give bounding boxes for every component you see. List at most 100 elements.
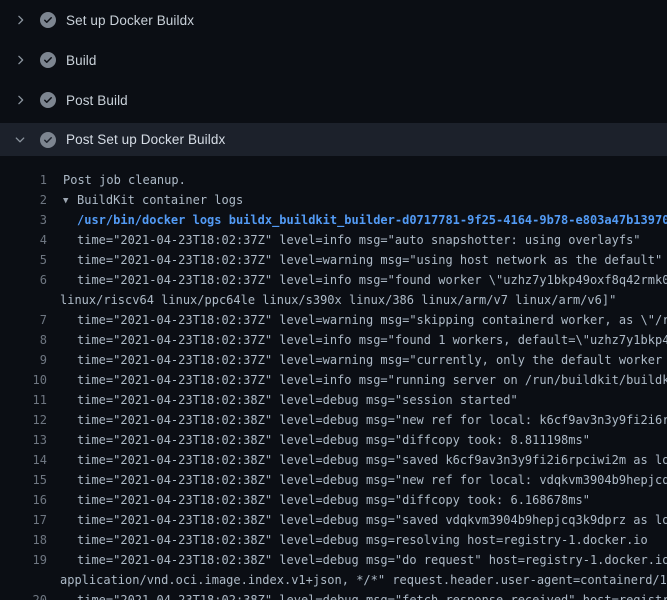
line-number[interactable]: 13 [0, 430, 47, 450]
log-line: 18 time="2021-04-23T18:02:38Z" level=deb… [0, 530, 667, 550]
line-number[interactable]: 4 [0, 230, 47, 250]
chevron-right-icon [12, 92, 28, 108]
status-success-icon [40, 52, 56, 68]
log-text: time="2021-04-23T18:02:37Z" level=warnin… [77, 250, 662, 270]
log-text: time="2021-04-23T18:02:38Z" level=debug … [77, 430, 590, 450]
log-text-content: time="2021-04-23T18:02:37Z" level=info m… [77, 333, 667, 347]
line-number[interactable]: 12 [0, 410, 47, 430]
log-line: 11 time="2021-04-23T18:02:38Z" level=deb… [0, 390, 667, 410]
line-number[interactable]: 16 [0, 490, 47, 510]
log-text: Post job cleanup. [63, 170, 186, 190]
step-label: Build [66, 53, 97, 68]
log-text-content: time="2021-04-23T18:02:37Z" level=info m… [77, 233, 641, 247]
line-number[interactable] [0, 290, 47, 310]
actions-log-viewer: Set up Docker Buildx Build Post Build [0, 0, 667, 600]
log-line: 12 time="2021-04-23T18:02:38Z" level=deb… [0, 410, 667, 430]
line-number[interactable]: 8 [0, 330, 47, 350]
line-number[interactable]: 17 [0, 510, 47, 530]
line-number[interactable]: 15 [0, 470, 47, 490]
log-text-content: time="2021-04-23T18:02:37Z" level=info m… [77, 373, 667, 387]
line-number[interactable]: 3 [0, 210, 47, 230]
log-text-content: application/vnd.oci.image.index.v1+json,… [60, 573, 667, 587]
log-text-content: time="2021-04-23T18:02:38Z" level=debug … [77, 393, 518, 407]
log-text: time="2021-04-23T18:02:38Z" level=debug … [77, 530, 648, 550]
log-text[interactable]: ▼BuildKit container logs [63, 190, 243, 210]
log-text: time="2021-04-23T18:02:38Z" level=debug … [77, 490, 590, 510]
log-line: 8 time="2021-04-23T18:02:37Z" level=info… [0, 330, 667, 350]
step-build[interactable]: Build [0, 40, 667, 80]
log-text: time="2021-04-23T18:02:38Z" level=debug … [77, 590, 667, 600]
log-line: 7 time="2021-04-23T18:02:37Z" level=warn… [0, 310, 667, 330]
step-post-build[interactable]: Post Build [0, 80, 667, 120]
chevron-right-icon [12, 52, 28, 68]
log-text-content: time="2021-04-23T18:02:38Z" level=debug … [77, 453, 667, 467]
log-text: time="2021-04-23T18:02:37Z" level=info m… [77, 270, 667, 290]
line-number[interactable]: 20 [0, 590, 47, 600]
log-text-content: time="2021-04-23T18:02:37Z" level=info m… [77, 273, 667, 287]
step-label: Post Set up Docker Buildx [66, 132, 225, 147]
steps-list: Set up Docker Buildx Build Post Build [0, 0, 667, 156]
step-set-up-docker-buildx[interactable]: Set up Docker Buildx [0, 0, 667, 40]
step-label: Set up Docker Buildx [66, 13, 194, 28]
log-line: 14 time="2021-04-23T18:02:38Z" level=deb… [0, 450, 667, 470]
log-line: 17 time="2021-04-23T18:02:38Z" level=deb… [0, 510, 667, 530]
line-number[interactable]: 14 [0, 450, 47, 470]
log-text-content: time="2021-04-23T18:02:38Z" level=debug … [77, 433, 590, 447]
log-text-content: BuildKit container logs [77, 193, 243, 207]
line-number[interactable] [0, 570, 47, 590]
log-line: 16 time="2021-04-23T18:02:38Z" level=deb… [0, 490, 667, 510]
line-number[interactable]: 7 [0, 310, 47, 330]
log-text-content: time="2021-04-23T18:02:37Z" level=warnin… [77, 253, 662, 267]
log-text-content: time="2021-04-23T18:02:38Z" level=debug … [77, 413, 667, 427]
log-line: 10 time="2021-04-23T18:02:37Z" level=inf… [0, 370, 667, 390]
log-line: 19 time="2021-04-23T18:02:38Z" level=deb… [0, 550, 667, 570]
status-success-icon [40, 92, 56, 108]
group-collapse-triangle-icon[interactable]: ▼ [63, 191, 77, 210]
chevron-down-icon [12, 132, 28, 148]
log-line: 4 time="2021-04-23T18:02:37Z" level=info… [0, 230, 667, 250]
line-number[interactable]: 11 [0, 390, 47, 410]
log-line: application/vnd.oci.image.index.v1+json,… [0, 570, 667, 590]
log-lines: 1 Post job cleanup. 2 ▼BuildKit containe… [0, 170, 667, 600]
log-panel: 1 Post job cleanup. 2 ▼BuildKit containe… [0, 156, 667, 600]
line-number[interactable]: 6 [0, 270, 47, 290]
log-text: time="2021-04-23T18:02:37Z" level=warnin… [77, 310, 667, 330]
log-text-content: time="2021-04-23T18:02:37Z" level=warnin… [77, 353, 667, 367]
status-success-icon [40, 132, 56, 148]
log-text-content: linux/riscv64 linux/ppc64le linux/s390x … [60, 293, 616, 307]
log-text-content: Post job cleanup. [63, 173, 186, 187]
log-line: 2 ▼BuildKit container logs [0, 190, 667, 210]
line-number[interactable]: 18 [0, 530, 47, 550]
log-text: time="2021-04-23T18:02:37Z" level=info m… [77, 370, 667, 390]
log-text: time="2021-04-23T18:02:37Z" level=warnin… [77, 350, 667, 370]
line-number[interactable]: 9 [0, 350, 47, 370]
log-text: time="2021-04-23T18:02:37Z" level=info m… [77, 230, 641, 250]
step-post-set-up-docker-buildx[interactable]: Post Set up Docker Buildx [0, 123, 667, 156]
chevron-right-icon [12, 12, 28, 28]
log-text-content: time="2021-04-23T18:02:38Z" level=debug … [77, 493, 590, 507]
log-text: time="2021-04-23T18:02:38Z" level=debug … [77, 470, 667, 490]
line-number[interactable]: 5 [0, 250, 47, 270]
log-text: /usr/bin/docker logs buildx_buildkit_bui… [77, 210, 667, 230]
log-text: application/vnd.oci.image.index.v1+json,… [60, 570, 667, 590]
log-text: time="2021-04-23T18:02:38Z" level=debug … [77, 450, 667, 470]
log-text-content: time="2021-04-23T18:02:37Z" level=warnin… [77, 313, 667, 327]
log-line: 13 time="2021-04-23T18:02:38Z" level=deb… [0, 430, 667, 450]
log-text: time="2021-04-23T18:02:38Z" level=debug … [77, 390, 518, 410]
log-line: 3 /usr/bin/docker logs buildx_buildkit_b… [0, 210, 667, 230]
status-success-icon [40, 12, 56, 28]
log-line: 6 time="2021-04-23T18:02:37Z" level=info… [0, 270, 667, 290]
log-text-content: time="2021-04-23T18:02:38Z" level=debug … [77, 513, 667, 527]
line-number[interactable]: 2 [0, 190, 47, 210]
log-text: time="2021-04-23T18:02:38Z" level=debug … [77, 410, 667, 430]
log-text: time="2021-04-23T18:02:37Z" level=info m… [77, 330, 667, 350]
line-number[interactable]: 19 [0, 550, 47, 570]
log-text: linux/riscv64 linux/ppc64le linux/s390x … [60, 290, 616, 310]
log-line: 1 Post job cleanup. [0, 170, 667, 190]
log-text: time="2021-04-23T18:02:38Z" level=debug … [77, 550, 667, 570]
line-number[interactable]: 10 [0, 370, 47, 390]
log-text-content: /usr/bin/docker logs buildx_buildkit_bui… [77, 213, 667, 227]
log-line: linux/riscv64 linux/ppc64le linux/s390x … [0, 290, 667, 310]
log-text-content: time="2021-04-23T18:02:38Z" level=debug … [77, 473, 667, 487]
line-number[interactable]: 1 [0, 170, 47, 190]
